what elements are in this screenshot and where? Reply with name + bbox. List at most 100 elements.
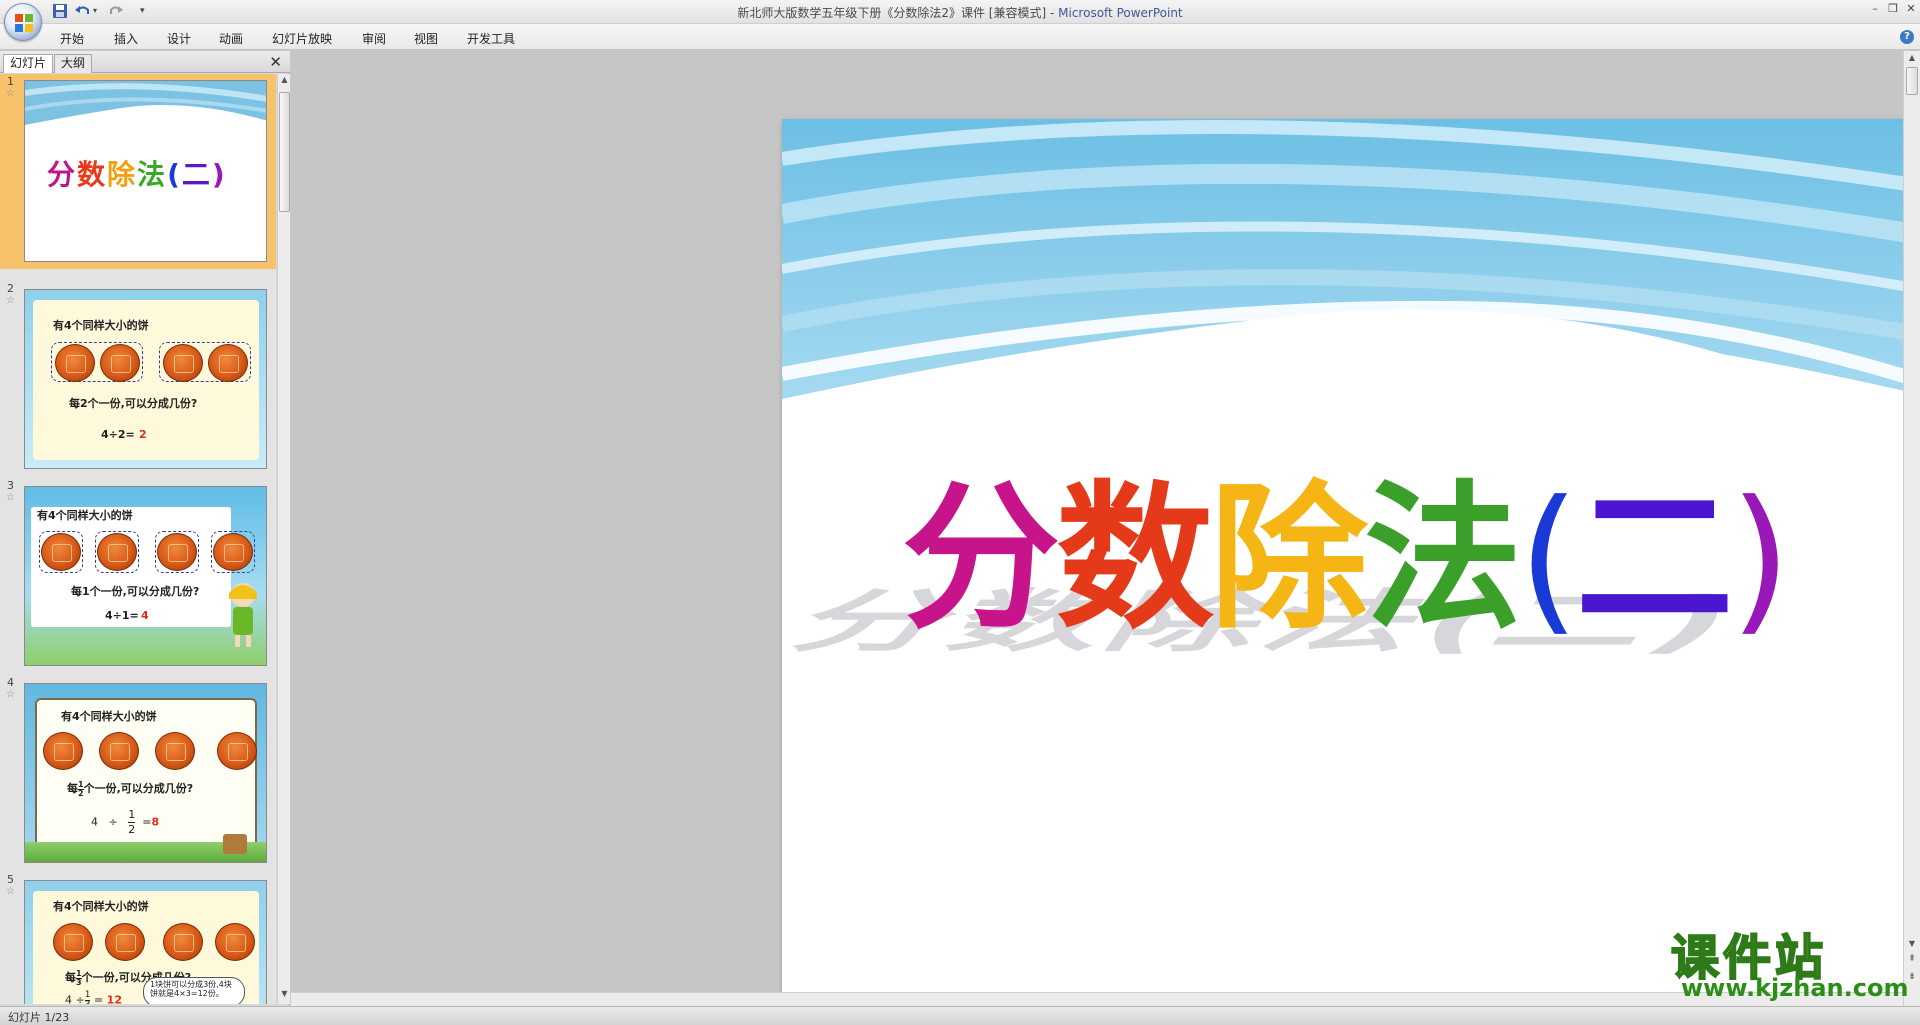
- thumbnail-item-5[interactable]: 5 ☆ 有4个同样大小的饼 每13个一份,可以分成几份? 4 ÷13 = 12 …: [0, 872, 276, 1004]
- editor-vertical-scrollbar[interactable]: ▲ ▼ ⇞ ⇟: [1903, 51, 1920, 1006]
- title-bar: ▾ ▾ 新北师大版数学五年级下册《分数除法2》课件 [兼容模式] - Micro…: [0, 0, 1920, 24]
- title-char: 二: [1575, 467, 1734, 651]
- slide-question: 每 1 2 个一份,可以分成几份?: [67, 779, 194, 798]
- thumbnail-list: 1 ☆ 分数除法(二) 2 ☆ 有4个同样大小的饼 每2个一份,可以分成几份? …: [0, 74, 276, 1004]
- office-button[interactable]: [4, 3, 42, 41]
- scroll-thumb[interactable]: [1906, 67, 1918, 95]
- mooncake-image: [163, 923, 203, 961]
- thumbnail-slide-4[interactable]: 有4个同样大小的饼 每 1 2 个一份,可以分成几份? 4 ÷ 12 =8: [24, 683, 267, 863]
- tab-slides[interactable]: 幻灯片: [3, 54, 54, 73]
- tab-insert[interactable]: 插入: [114, 30, 138, 47]
- slide-equation: 4÷1=: [105, 609, 139, 622]
- thumbnail-number: 1: [7, 75, 14, 88]
- scroll-down-icon[interactable]: ▼: [1906, 939, 1918, 948]
- app-name: Microsoft PowerPoint: [1058, 6, 1183, 20]
- thumbnail-slide-2[interactable]: 有4个同样大小的饼 每2个一份,可以分成几份? 4÷2= 2: [24, 289, 267, 469]
- thumbnail-slide-3[interactable]: 有4个同样大小的饼 每1个一份,可以分成几份? 4÷1= 4: [24, 486, 267, 666]
- mooncake-image: [217, 732, 257, 770]
- thumbnail-number: 5: [7, 873, 14, 886]
- slide-heading: 有4个同样大小的饼: [53, 319, 149, 332]
- slide-heading: 有4个同样大小的饼: [37, 509, 133, 522]
- slide-answer: 2: [139, 428, 147, 441]
- tab-animations[interactable]: 动画: [219, 30, 243, 47]
- status-bar: 幻灯片 1/23: [0, 1006, 1920, 1025]
- mooncake-image: [100, 344, 140, 382]
- mooncake-image: [157, 533, 197, 571]
- office-logo-icon: [15, 14, 33, 32]
- scroll-thumb[interactable]: [279, 92, 290, 212]
- slide-question: 每2个一份,可以分成几份?: [69, 397, 198, 410]
- thumbnail-number: 2: [7, 282, 14, 295]
- mooncake-image: [55, 344, 95, 382]
- animation-star-icon: ☆: [6, 689, 15, 700]
- watermark-url: www.kjzhan.com: [1681, 974, 1909, 1002]
- mooncake-image: [41, 533, 81, 571]
- thumbnail-slide-title: 分数除法(二): [47, 158, 227, 191]
- tab-slide-show[interactable]: 幻灯片放映: [272, 30, 332, 47]
- scroll-up-icon[interactable]: ▲: [279, 75, 290, 87]
- thumbnail-slide-1[interactable]: 分数除法(二): [24, 80, 267, 262]
- title-char: ): [1729, 467, 1792, 651]
- title-char: 分: [902, 467, 1060, 651]
- scroll-down-icon[interactable]: ▼: [279, 989, 290, 1001]
- slide-equation: 4 ÷ 12 =8: [91, 808, 160, 836]
- minimize-button[interactable]: –: [1867, 2, 1883, 16]
- close-window-button[interactable]: ✕: [1903, 2, 1919, 16]
- slide-answer: 4: [141, 609, 149, 622]
- title-char: (: [1518, 467, 1580, 651]
- slides-pane: 幻灯片 大纲 ✕ 1 ☆ 分数除法(二) 2 ☆ 有4个同样大小的饼 每2个一份…: [0, 51, 290, 1006]
- mooncake-image: [43, 732, 83, 770]
- mooncake-image: [97, 533, 137, 571]
- slide-equation: 4÷2=: [101, 428, 135, 441]
- slide-equation: 4 ÷13 = 12: [65, 990, 122, 1005]
- watermark-logo: 课件站 www.kjzhan.com: [1665, 918, 1908, 1004]
- thumbnail-number: 3: [7, 479, 14, 492]
- title-char: 数: [1056, 467, 1214, 651]
- mooncake-image: [213, 533, 253, 571]
- tab-review[interactable]: 审阅: [362, 30, 386, 47]
- slide-heading: 有4个同样大小的饼: [61, 710, 157, 723]
- slide-heading: 有4个同样大小的饼: [53, 900, 149, 913]
- editor-horizontal-scrollbar[interactable]: [291, 992, 1903, 1006]
- basket-image: [223, 834, 247, 854]
- window-title: 新北师大版数学五年级下册《分数除法2》课件 [兼容模式] - Microsoft…: [0, 4, 1920, 21]
- cartoon-girl-image: [229, 583, 257, 647]
- mooncake-image: [215, 923, 255, 961]
- previous-slide-icon[interactable]: ⇞: [1906, 955, 1918, 964]
- mooncake-image: [99, 732, 139, 770]
- mooncake-image: [53, 923, 93, 961]
- animation-star-icon: ☆: [6, 886, 15, 897]
- tab-home[interactable]: 开始: [60, 30, 84, 47]
- thumbnail-number: 4: [7, 676, 14, 689]
- restore-button[interactable]: ❐: [1885, 2, 1901, 16]
- close-pane-icon[interactable]: ✕: [269, 53, 282, 71]
- mooncake-image: [105, 923, 145, 961]
- scroll-up-icon[interactable]: ▲: [1906, 53, 1918, 62]
- speech-bubble: 1块饼可以分成3份,4块饼就是4×3=12份。: [143, 977, 245, 1004]
- mooncake-image: [163, 344, 203, 382]
- thumbnail-item-4[interactable]: 4 ☆ 有4个同样大小的饼 每 1 2 个一份,可以分成几份? 4 ÷ 12 =8: [0, 675, 276, 865]
- tab-design[interactable]: 设计: [167, 30, 191, 47]
- thumbnail-item-2[interactable]: 2 ☆ 有4个同样大小的饼 每2个一份,可以分成几份? 4÷2= 2: [0, 281, 276, 471]
- title-char: 除: [1210, 467, 1368, 651]
- tab-outline[interactable]: 大纲: [54, 54, 93, 73]
- slide-title[interactable]: 分数除法(二): [902, 474, 1791, 644]
- current-slide[interactable]: 分数除法(二) 分数除法(二): [782, 119, 1920, 1025]
- slide-counter: 幻灯片 1/23: [8, 1011, 70, 1024]
- thumbnail-item-1[interactable]: 1 ☆ 分数除法(二): [0, 74, 276, 269]
- animation-star-icon: ☆: [6, 295, 15, 306]
- animation-star-icon: ☆: [6, 492, 15, 503]
- ribbon-tab-bar: 开始 插入 设计 动画 幻灯片放映 审阅 视图 开发工具 ?: [0, 24, 1920, 50]
- mooncake-image: [155, 732, 195, 770]
- title-char: 法: [1364, 467, 1522, 651]
- thumbnail-slide-5[interactable]: 有4个同样大小的饼 每13个一份,可以分成几份? 4 ÷13 = 12 1块饼可…: [24, 880, 267, 1004]
- thumbnail-item-3[interactable]: 3 ☆ 有4个同样大小的饼 每1个一份,可以分成几份? 4÷1= 4: [0, 478, 276, 668]
- slide-editor: 分数除法(二) 分数除法(二): [291, 51, 1920, 1025]
- pane-tab-bar: 幻灯片 大纲 ✕: [0, 51, 290, 73]
- slide-question: 每1个一份,可以分成几份?: [71, 585, 200, 598]
- mooncake-image: [208, 344, 248, 382]
- thumbnail-scrollbar[interactable]: ▲ ▼: [277, 74, 290, 1004]
- help-icon[interactable]: ?: [1900, 30, 1914, 44]
- tab-developer[interactable]: 开发工具: [467, 30, 515, 47]
- tab-view[interactable]: 视图: [414, 30, 438, 47]
